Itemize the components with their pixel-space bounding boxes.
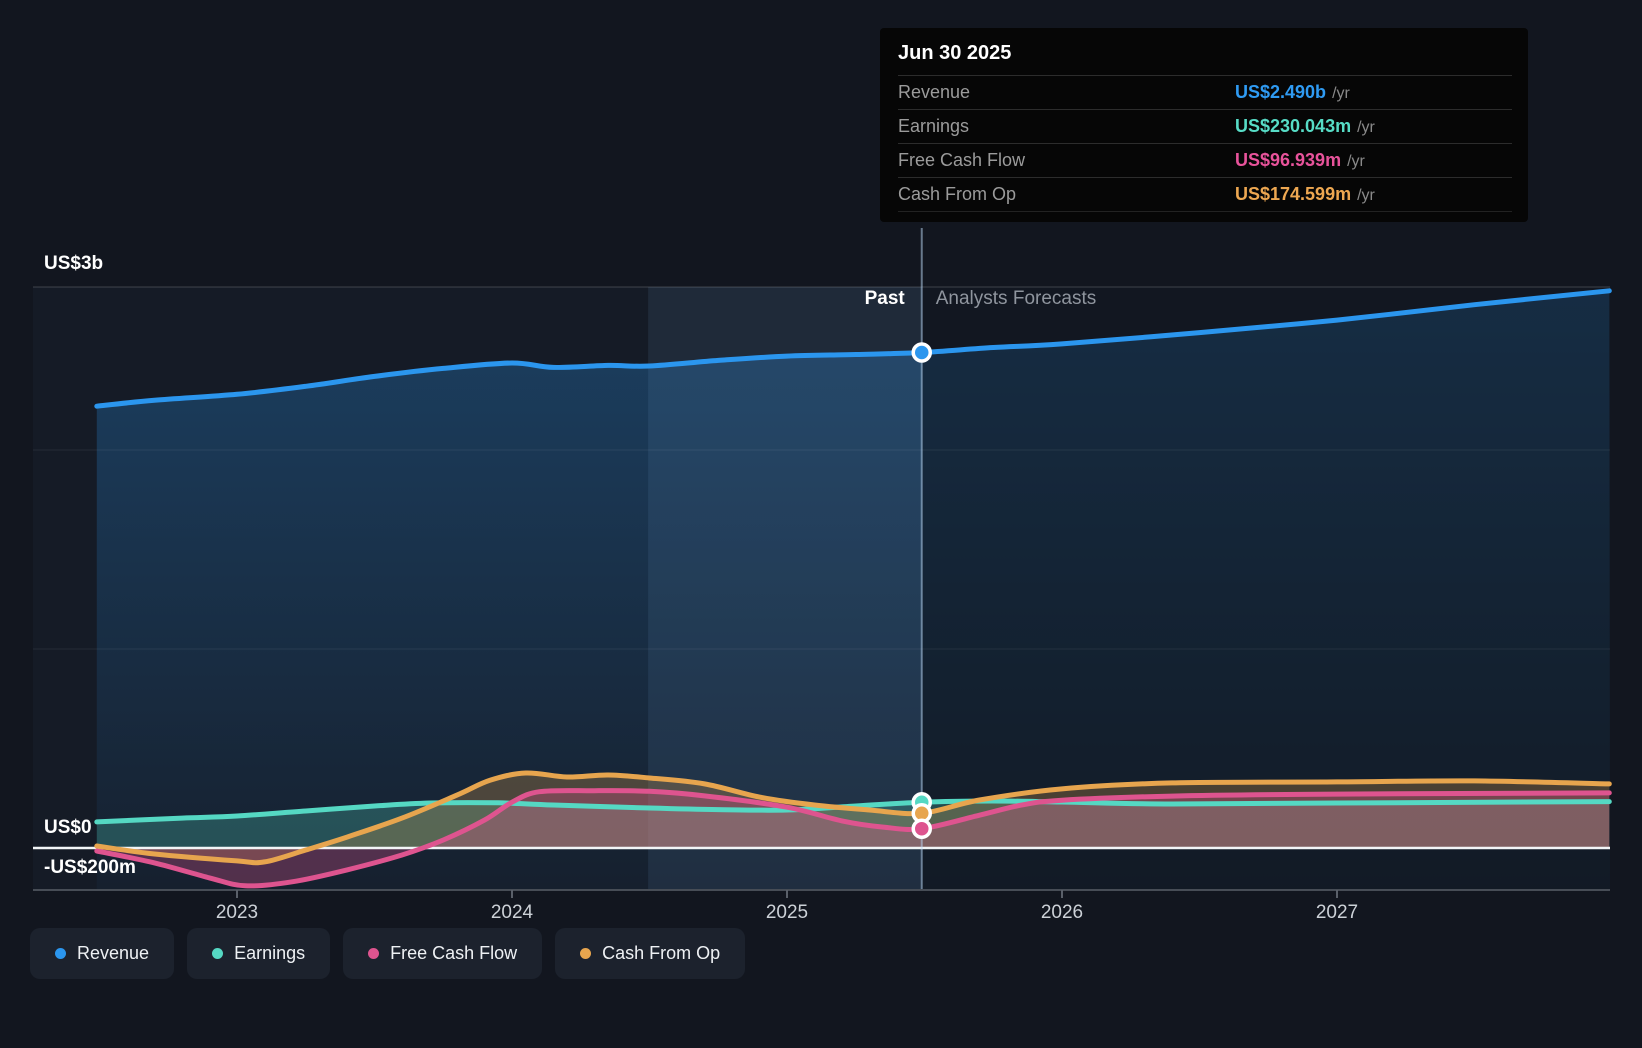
- legend-item-free_cash_flow[interactable]: Free Cash Flow: [343, 928, 542, 979]
- legend-label: Revenue: [77, 943, 149, 964]
- free_cash_flow-hover-dot: [913, 820, 930, 837]
- tooltip-unit: /yr: [1357, 119, 1375, 136]
- cash_from_op-legend-dot: [580, 948, 591, 959]
- past-label: Past: [865, 288, 905, 310]
- analysts-forecasts-label: Analysts Forecasts: [936, 288, 1097, 310]
- x-axis-label-2025: 2025: [766, 902, 808, 924]
- y-axis-label: US$3b: [44, 253, 103, 275]
- x-axis-label-2024: 2024: [491, 902, 533, 924]
- tooltip-unit: /yr: [1347, 153, 1365, 170]
- legend-label: Cash From Op: [602, 943, 720, 964]
- tooltip-date: Jun 30 2025: [898, 40, 1512, 75]
- earnings-revenue-chart: US$3b US$0 -US$200m 2023 2024 2025 2026 2027 P…: [0, 0, 1642, 1048]
- tooltip-value: US$174.599m/yr: [1235, 184, 1375, 205]
- y-axis-label: -US$200m: [44, 857, 136, 879]
- earnings-legend-dot: [212, 948, 223, 959]
- tooltip-label: Revenue: [898, 82, 970, 103]
- revenue-hover-dot: [913, 344, 930, 361]
- y-axis-label: US$0: [44, 817, 92, 839]
- legend: Revenue Earnings Free Cash Flow Cash From O…: [30, 928, 745, 979]
- hover-tooltip: Jun 30 2025 Revenue US$2.490b/yr Earnings U…: [880, 28, 1528, 222]
- legend-item-cash_from_op[interactable]: Cash From Op: [555, 928, 745, 979]
- tooltip-label: Free Cash Flow: [898, 150, 1025, 171]
- tooltip-row-cash_from_op: Cash From Op US$174.599m/yr: [898, 177, 1512, 212]
- legend-label: Free Cash Flow: [390, 943, 517, 964]
- revenue-legend-dot: [55, 948, 66, 959]
- tooltip-label: Earnings: [898, 116, 969, 137]
- tooltip-unit: /yr: [1357, 187, 1375, 204]
- legend-item-revenue[interactable]: Revenue: [30, 928, 174, 979]
- x-axis-label-2023: 2023: [216, 902, 258, 924]
- tooltip-value: US$2.490b/yr: [1235, 82, 1350, 103]
- x-axis-label-2027: 2027: [1316, 902, 1358, 924]
- free_cash_flow-legend-dot: [368, 948, 379, 959]
- tooltip-row-revenue: Revenue US$2.490b/yr: [898, 75, 1512, 109]
- x-axis-label-2026: 2026: [1041, 902, 1083, 924]
- tooltip-value: US$96.939m/yr: [1235, 150, 1365, 171]
- tooltip-row-free_cash_flow: Free Cash Flow US$96.939m/yr: [898, 143, 1512, 177]
- legend-item-earnings[interactable]: Earnings: [187, 928, 330, 979]
- tooltip-label: Cash From Op: [898, 184, 1016, 205]
- tooltip-row-earnings: Earnings US$230.043m/yr: [898, 109, 1512, 143]
- legend-label: Earnings: [234, 943, 305, 964]
- tooltip-value: US$230.043m/yr: [1235, 116, 1375, 137]
- tooltip-unit: /yr: [1332, 85, 1350, 102]
